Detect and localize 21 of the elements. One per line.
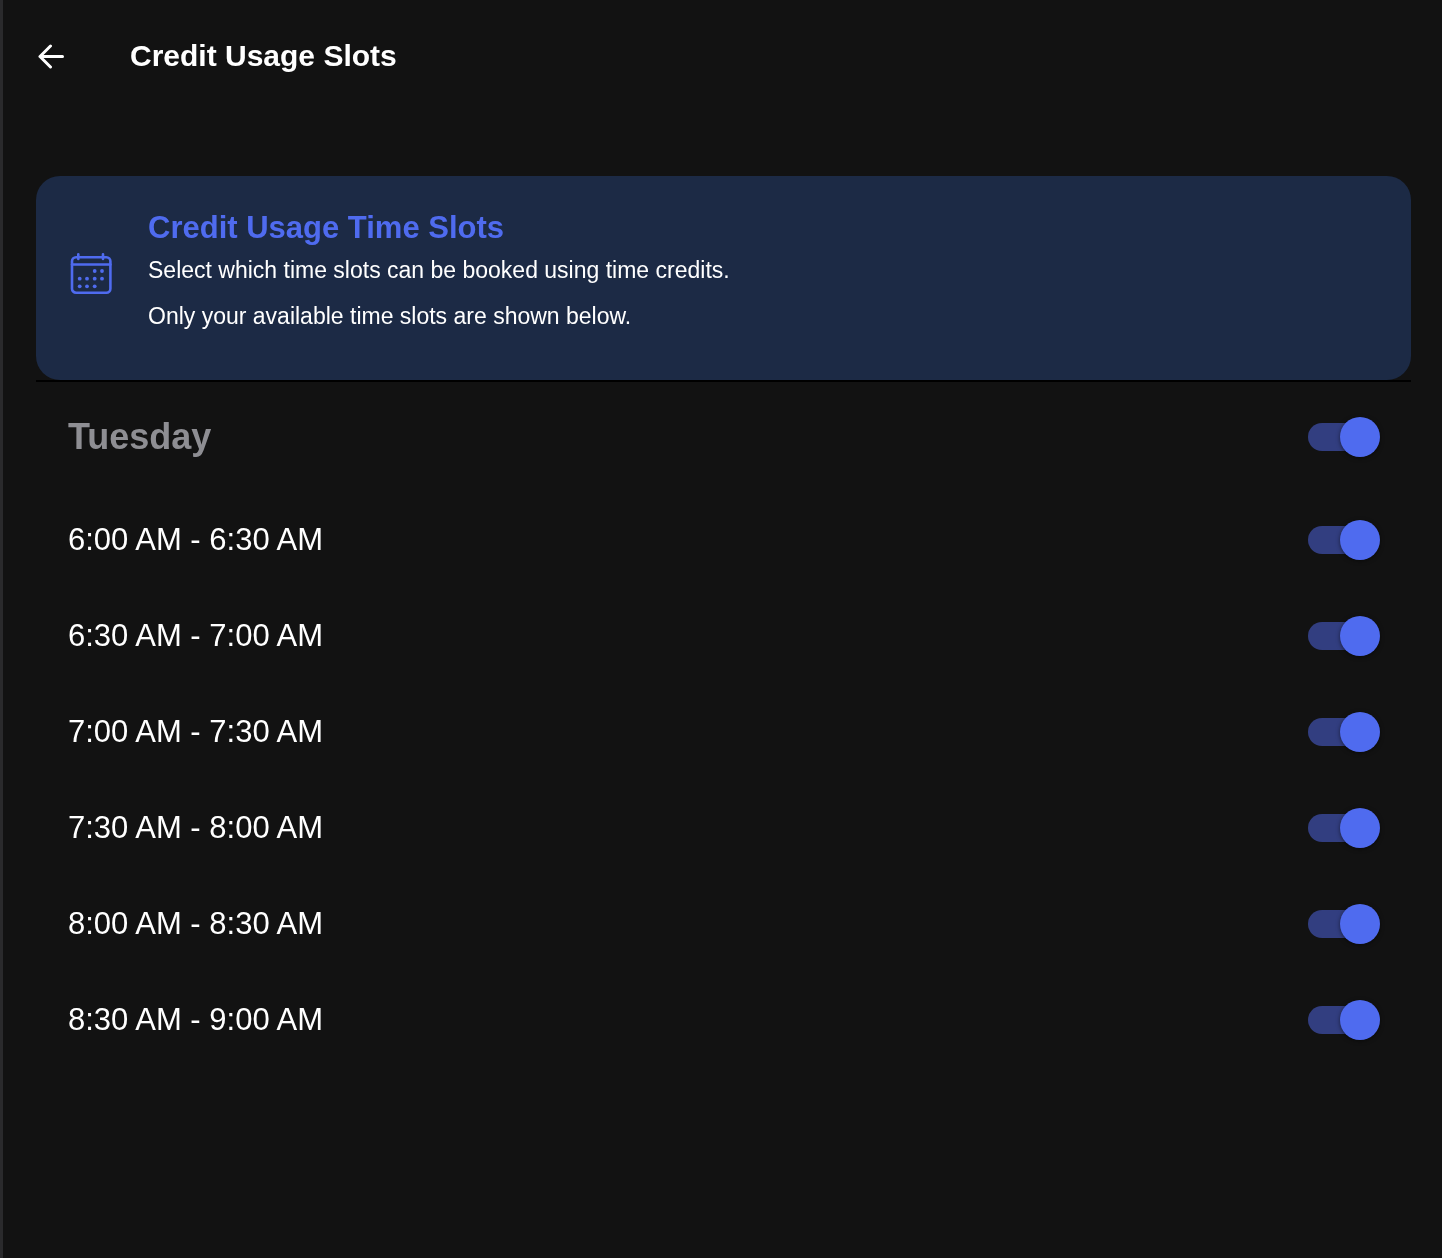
time-slot-label: 7:30 AM - 8:00 AM [68, 809, 324, 847]
toggle-switch[interactable] [1308, 904, 1380, 944]
back-button[interactable] [38, 43, 64, 69]
calendar-icon [70, 253, 114, 295]
arrow-left-icon [38, 43, 64, 69]
day-label: Tuesday [68, 415, 212, 459]
toggle-switch[interactable] [1308, 1000, 1380, 1040]
time-slot-label: 8:00 AM - 8:30 AM [68, 905, 324, 943]
toggle-switch[interactable] [1308, 616, 1380, 656]
toggle-switch[interactable] [1308, 712, 1380, 752]
card-description: Select which time slots can be booked using time credits. [148, 256, 730, 285]
toggle-switch[interactable] [1308, 520, 1380, 560]
time-slot-label: 8:30 AM - 9:00 AM [68, 1001, 324, 1039]
toggle-switch[interactable] [1308, 417, 1380, 457]
time-slot-label: 7:00 AM - 7:30 AM [68, 713, 324, 751]
time-slot-label: 6:00 AM - 6:30 AM [68, 521, 324, 559]
card-description: Only your available time slots are shown below. [148, 302, 633, 331]
time-slot-label: 6:30 AM - 7:00 AM [68, 617, 324, 655]
card-title: Credit Usage Time Slots [148, 209, 506, 247]
page-title: Credit Usage Slots [130, 38, 397, 74]
toggle-switch[interactable] [1308, 808, 1380, 848]
